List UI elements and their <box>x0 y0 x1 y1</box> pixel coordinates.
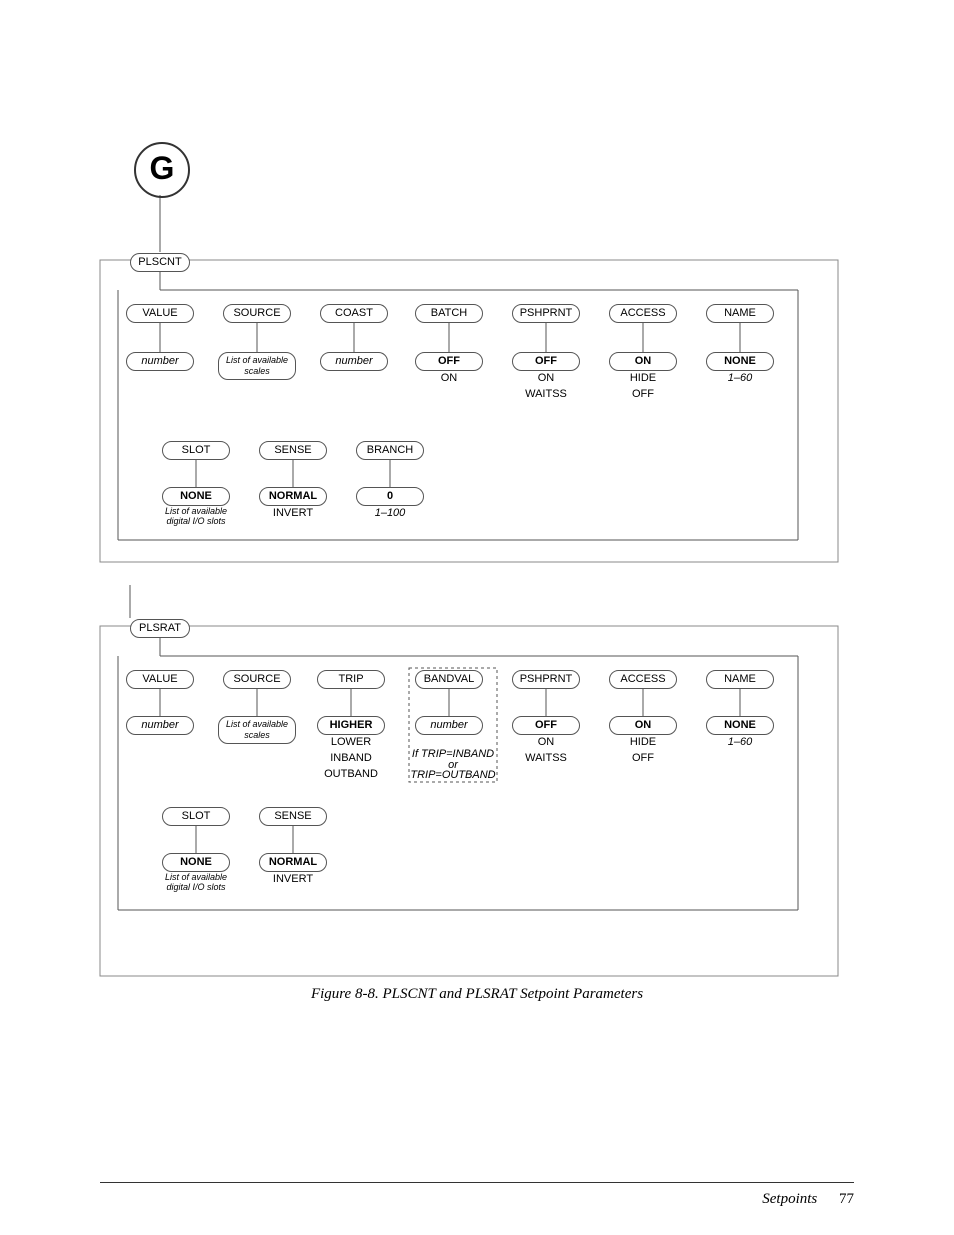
plsrat-trip-inband: INBAND <box>317 752 385 764</box>
plscnt-batch-on: ON <box>415 372 483 384</box>
plscnt-branch-range: 1–100 <box>356 507 424 519</box>
plsrat-access: ACCESS <box>609 670 677 689</box>
plsrat-source-opt: List of available scales <box>218 716 296 744</box>
plscnt-pshprnt-waitss: WAITSS <box>512 388 580 400</box>
plsrat-bandval-opt: number <box>415 716 483 735</box>
plscnt-slot: SLOT <box>162 441 230 460</box>
plsrat-slot: SLOT <box>162 807 230 826</box>
plscnt-slot-none: NONE <box>162 487 230 506</box>
plscnt-coast: COAST <box>320 304 388 323</box>
plsrat-pshprnt-on: ON <box>512 736 580 748</box>
plsrat-slot-list: List of available digital I/O slots <box>157 872 235 892</box>
plsrat-sense: SENSE <box>259 807 327 826</box>
plscnt-sense-invert: INVERT <box>259 507 327 519</box>
plscnt-label: PLSCNT <box>130 253 190 272</box>
plsrat-source: SOURCE <box>223 670 291 689</box>
plsrat-sense-normal: NORMAL <box>259 853 327 872</box>
plscnt-branch-0: 0 <box>356 487 424 506</box>
plsrat-name: NAME <box>706 670 774 689</box>
plscnt-source-opt: List of available scales <box>218 352 296 380</box>
plsrat-value-opt: number <box>126 716 194 735</box>
plsrat-bandval: BANDVAL <box>415 670 483 689</box>
plscnt-name: NAME <box>706 304 774 323</box>
page-footer: Setpoints 77 <box>100 1182 854 1183</box>
plscnt-access-off: OFF <box>609 388 677 400</box>
plscnt-sense: SENSE <box>259 441 327 460</box>
plscnt-value: VALUE <box>126 304 194 323</box>
plscnt-batch-off: OFF <box>415 352 483 371</box>
plsrat-value: VALUE <box>126 670 194 689</box>
plscnt-batch: BATCH <box>415 304 483 323</box>
plscnt-name-none: NONE <box>706 352 774 371</box>
footer-section: Setpoints <box>762 1191 817 1207</box>
plsrat-access-off: OFF <box>609 752 677 764</box>
plsrat-name-range: 1–60 <box>706 736 774 748</box>
plscnt-pshprnt: PSHPRNT <box>512 304 580 323</box>
plscnt-access-hide: HIDE <box>609 372 677 384</box>
plsrat-trip: TRIP <box>317 670 385 689</box>
plsrat-name-none: NONE <box>706 716 774 735</box>
plsrat-bandval-note3: TRIP=OUTBAND <box>410 769 496 781</box>
figure-caption: Figure 8-8. PLSCNT and PLSRAT Setpoint P… <box>0 986 954 1003</box>
plscnt-branch: BRANCH <box>356 441 424 460</box>
plsrat-pshprnt: PSHPRNT <box>512 670 580 689</box>
plscnt-pshprnt-off: OFF <box>512 352 580 371</box>
plscnt-access: ACCESS <box>609 304 677 323</box>
plsrat-slot-none: NONE <box>162 853 230 872</box>
plsrat-label: PLSRAT <box>130 619 190 638</box>
start-node-g: G <box>134 142 190 198</box>
plscnt-slot-list: List of available digital I/O slots <box>157 506 235 526</box>
plscnt-access-on: ON <box>609 352 677 371</box>
plsrat-trip-outband: OUTBAND <box>317 768 385 780</box>
plsrat-access-hide: HIDE <box>609 736 677 748</box>
plsrat-sense-invert: INVERT <box>259 873 327 885</box>
plscnt-coast-opt: number <box>320 352 388 371</box>
plscnt-sense-normal: NORMAL <box>259 487 327 506</box>
plsrat-trip-higher: HIGHER <box>317 716 385 735</box>
plscnt-source: SOURCE <box>223 304 291 323</box>
plscnt-value-opt: number <box>126 352 194 371</box>
plsrat-trip-lower: LOWER <box>317 736 385 748</box>
footer-page-number: 77 <box>839 1191 854 1207</box>
plscnt-pshprnt-on: ON <box>512 372 580 384</box>
page: G PLSCNT VALUE SOURCE COAST BATCH PSHPRN… <box>0 0 954 1235</box>
plsrat-pshprnt-waitss: WAITSS <box>512 752 580 764</box>
plsrat-pshprnt-off: OFF <box>512 716 580 735</box>
plscnt-name-range: 1–60 <box>706 372 774 384</box>
plsrat-access-on: ON <box>609 716 677 735</box>
